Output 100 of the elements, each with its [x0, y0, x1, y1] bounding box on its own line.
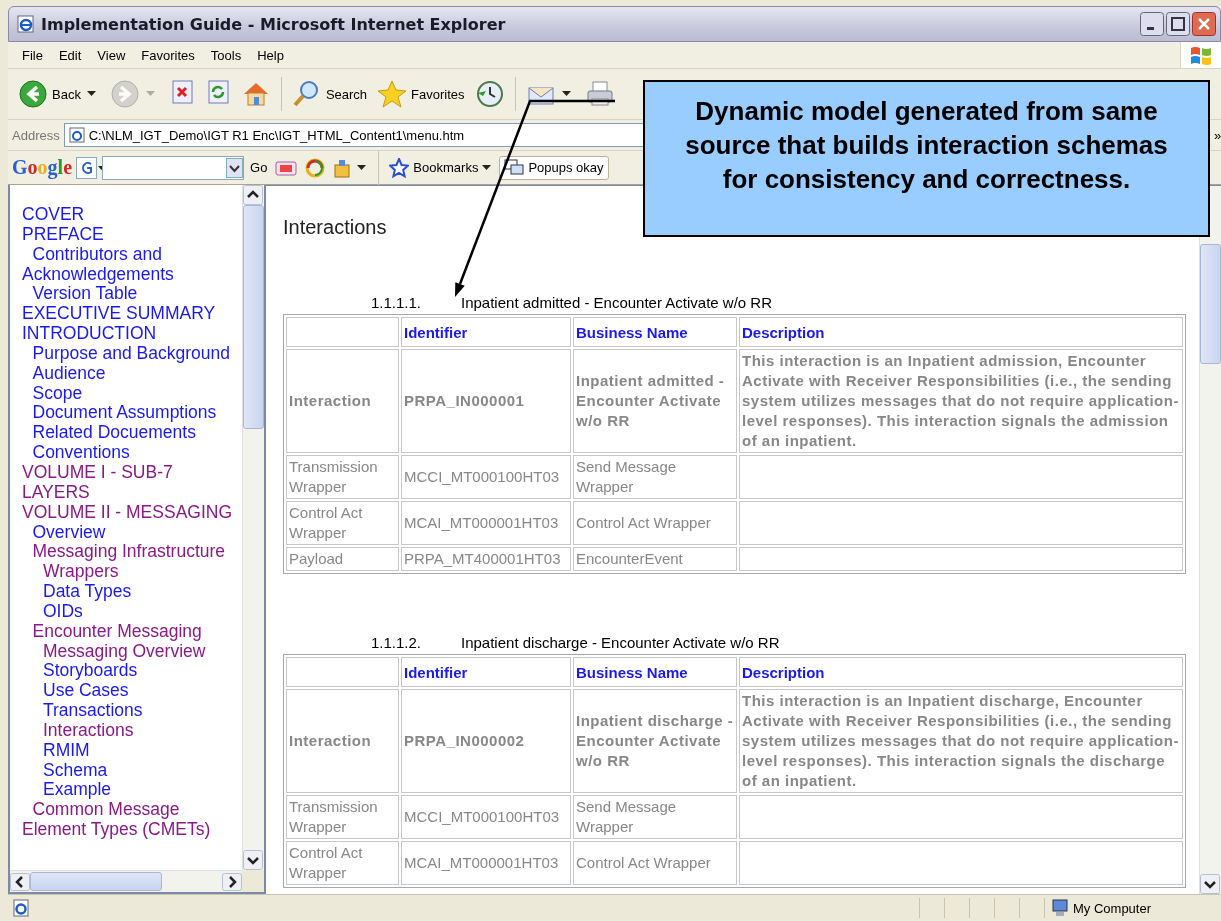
table-cell: This interaction is an Inpatient discharge, Encounter Activate with Receiver Responsibilities (i.e., the sending system utilizes messages that do not require application-level responses). This interaction signals the discharge of an inpatient. — [739, 689, 1183, 793]
nav-link[interactable]: Interactions — [22, 720, 234, 741]
menu-item[interactable]: Help — [249, 45, 292, 65]
section-number: 1.1.1.1. — [371, 294, 423, 311]
nav-link[interactable]: Document Assumptions — [22, 403, 234, 424]
table-cell: Send Message Wrapper — [573, 795, 737, 839]
horizontal-scrollbar[interactable] — [10, 870, 242, 892]
caret-icon[interactable] — [561, 91, 571, 97]
history-clock-icon[interactable] — [474, 79, 505, 109]
section-title: Inpatient admitted - Encounter Activate w/o RR — [461, 294, 772, 311]
column-header: Business Name — [573, 317, 737, 347]
nav-link[interactable]: PREFACE — [22, 224, 234, 245]
scroll-thumb[interactable] — [1200, 244, 1221, 364]
table-cell: Transmission Wrapper — [286, 795, 399, 839]
windows-logo-icon — [1189, 44, 1213, 66]
nav-link[interactable]: COVER — [22, 205, 234, 225]
section-number: 1.1.1.2. — [371, 634, 423, 651]
scroll-left-icon[interactable] — [10, 872, 30, 891]
nav-link[interactable]: Contributors and Acknowledgements — [22, 244, 234, 285]
nav-link[interactable]: Wrappers — [22, 562, 234, 583]
nav-link[interactable]: VOLUME I - SUB-7 LAYERS — [22, 462, 234, 503]
vertical-scrollbar[interactable] — [1199, 186, 1221, 894]
popups-button[interactable]: Popups okay — [499, 155, 609, 180]
column-header: Description — [739, 317, 1183, 347]
table-cell: MCAI_MT000001HT03 — [401, 501, 571, 545]
nav-link[interactable]: Messaging Infrastructure — [22, 542, 234, 563]
scroll-thumb[interactable] — [243, 205, 264, 429]
scroll-down-icon[interactable] — [243, 850, 263, 870]
menu-item[interactable]: Edit — [50, 45, 90, 65]
nav-link[interactable]: Audience — [22, 363, 234, 384]
table-cell: PRPA_MT400001HT03 — [401, 547, 571, 571]
address-label: Address — [12, 127, 60, 143]
computer-icon — [1051, 899, 1069, 917]
table-cell: Send Message Wrapper — [573, 455, 737, 499]
vertical-scrollbar[interactable] — [242, 185, 264, 870]
go-button[interactable]: Go — [248, 160, 270, 175]
toolbar-button[interactable]: Favorites — [375, 77, 467, 111]
table-cell: Interaction — [286, 349, 399, 453]
star-icon — [377, 79, 408, 109]
page-icon — [68, 127, 85, 143]
table-cell: MCAI_MT000001HT03 — [401, 841, 571, 885]
browser-icon — [17, 15, 35, 33]
nav-link[interactable]: Data Types — [22, 582, 234, 602]
menu-item[interactable]: Favorites — [133, 45, 203, 65]
monitors-icon — [504, 158, 525, 177]
nav-link[interactable]: Encounter Messaging — [22, 621, 234, 642]
zone-label: My Computer — [1073, 900, 1152, 916]
table-cell: Interaction — [286, 689, 399, 793]
nav-link[interactable]: Purpose and Background — [22, 343, 234, 364]
callout-tooltip: Dynamic model generated from same source that builds interaction schemas for consistency and correctness. — [643, 80, 1210, 237]
caret-icon[interactable] — [86, 91, 96, 97]
nav-link[interactable]: VOLUME II - MESSAGING — [22, 502, 234, 523]
nav-link[interactable]: RMIM — [22, 740, 234, 761]
nav-link[interactable]: Common Message Element Types (CMETs) — [22, 800, 234, 840]
close-icon[interactable] — [1192, 12, 1216, 36]
search-field[interactable] — [102, 155, 244, 180]
nav-link[interactable]: Overview — [22, 522, 234, 543]
toolbar-button[interactable]: Back — [16, 77, 83, 111]
scroll-down-icon[interactable] — [1200, 874, 1220, 894]
nav-link[interactable]: Schema — [22, 760, 234, 781]
menu-item[interactable]: View — [89, 45, 134, 65]
more-chevron[interactable]: » — [1214, 127, 1221, 143]
table-cell: This interaction is an Inpatient admission, Encounter Activate with Receiver Responsibilities (i.e., the sending system utilizes messages that do not require application-level responses). This interaction signals the admission of an inpatient. — [739, 349, 1183, 453]
table-cell: Inpatient admitted - Encounter Activate w/o RR — [573, 349, 737, 453]
minimize-icon[interactable] — [1140, 12, 1164, 36]
table-cell: Control Act Wrapper — [573, 501, 737, 545]
menu-item[interactable]: Tools — [202, 45, 250, 65]
toolbar-button[interactable]: Search — [289, 77, 370, 111]
table-cell: PRPA_IN000002 — [401, 689, 571, 793]
google-logo[interactable]: Google — [12, 156, 72, 179]
nav-link[interactable]: INTRODUCTION — [22, 324, 234, 344]
menu-item[interactable]: File — [14, 45, 51, 65]
scroll-up-icon[interactable] — [243, 185, 263, 205]
nav-link[interactable]: Use Cases — [22, 681, 234, 702]
nav-link[interactable]: Conventions — [22, 443, 234, 463]
nav-link[interactable]: Messaging Overview — [22, 641, 234, 662]
page-heading: Interactions — [283, 216, 388, 239]
column-header: Business Name — [573, 657, 737, 687]
table-cell: Control Act Wrapper — [286, 501, 399, 545]
scroll-thumb[interactable] — [30, 872, 162, 891]
window-title: Implementation Guide - Microsoft Internet Explorer — [41, 14, 507, 34]
page-icon — [12, 899, 30, 917]
nav-link[interactable]: Transactions — [22, 701, 234, 721]
nav-link[interactable]: OIDs — [22, 601, 234, 622]
maximize-icon[interactable] — [1166, 12, 1190, 36]
nav-link[interactable]: Storyboards — [22, 661, 234, 682]
printer-icon[interactable] — [584, 79, 615, 109]
table-cell: PRPA_IN000001 — [401, 349, 571, 453]
nav-link[interactable]: Related Docuements — [22, 423, 234, 444]
scroll-right-icon[interactable] — [222, 872, 242, 891]
caret-icon[interactable] — [357, 164, 367, 171]
bookmarks-button[interactable]: Bookmarks — [385, 155, 496, 180]
table-cell: MCCI_MT000100HT03 — [401, 455, 571, 499]
nav-link[interactable]: Example — [22, 780, 234, 801]
nav-link[interactable]: Version Table — [22, 284, 234, 305]
table-cell: Inpatient discharge - Encounter Activate w/o RR — [573, 689, 737, 793]
column-header: Identifier — [401, 657, 571, 687]
nav-link[interactable]: Scope — [22, 383, 234, 404]
column-header: Description — [739, 657, 1183, 687]
nav-link[interactable]: EXECUTIVE SUMMARY — [22, 304, 234, 325]
